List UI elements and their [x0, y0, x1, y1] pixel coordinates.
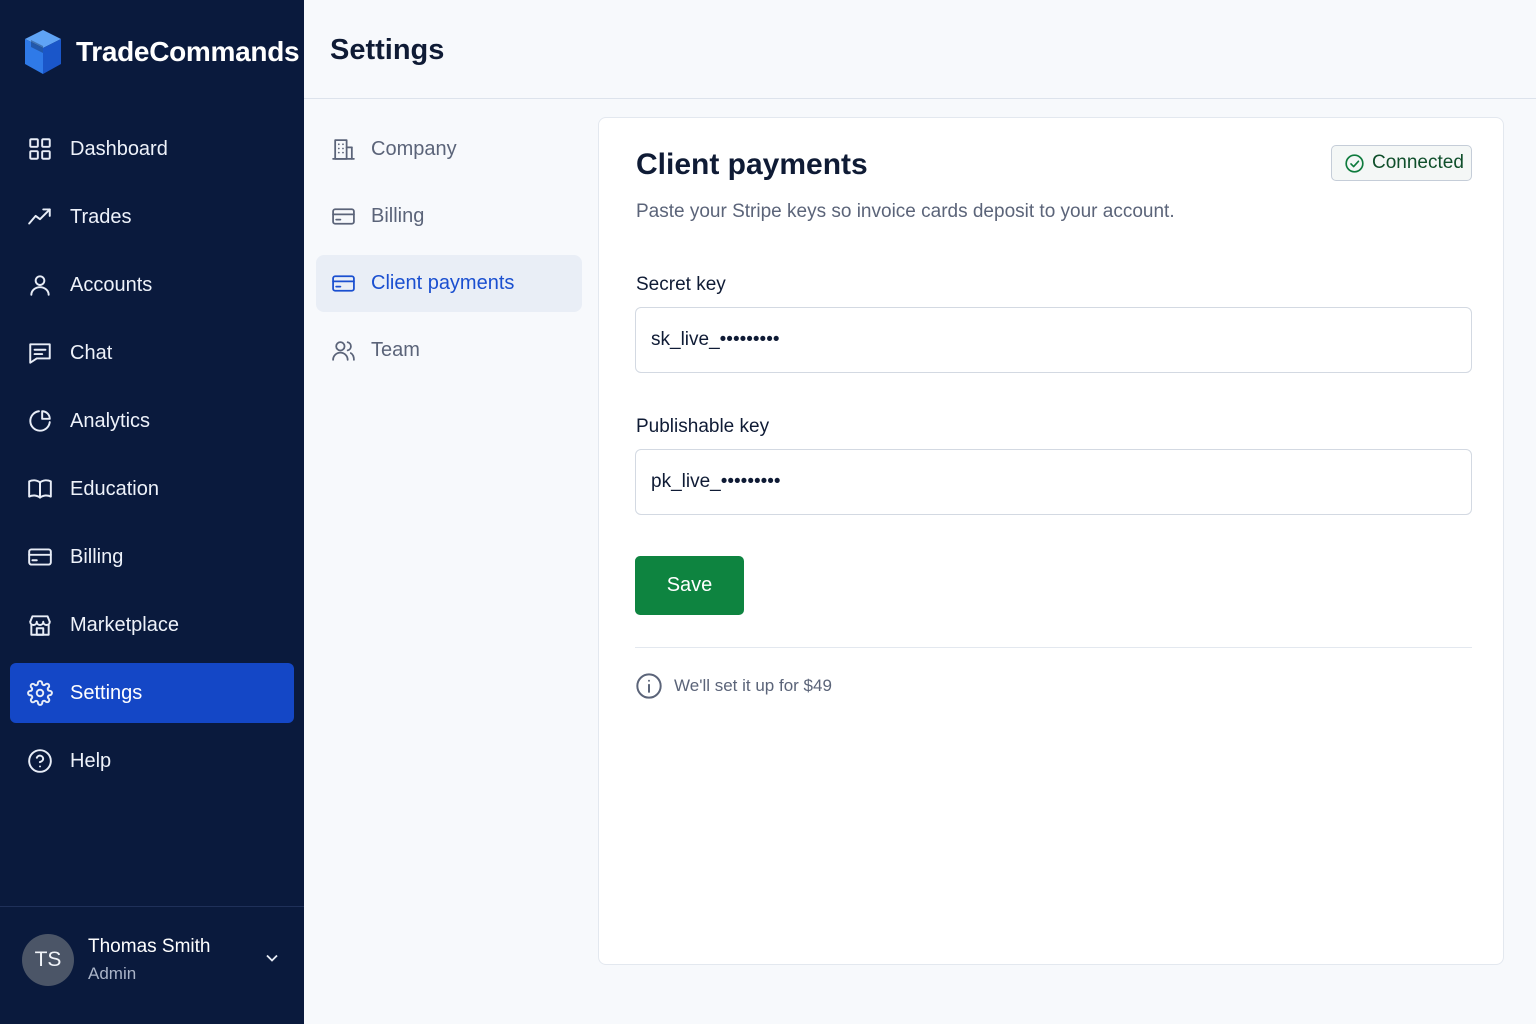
credit-card-icon [330, 271, 356, 297]
settings-nav-label: Team [371, 339, 420, 361]
dashboard-grid-icon [26, 135, 54, 163]
gear-icon [26, 679, 54, 707]
sidebar-item-marketplace[interactable]: Marketplace [10, 595, 294, 655]
status-badge-label: Connected [1372, 152, 1464, 173]
sidebar-item-label: Marketplace [70, 613, 179, 636]
book-icon [26, 475, 54, 503]
user-role: Admin [88, 964, 137, 983]
sidebar-divider [0, 906, 304, 907]
publishable-key-input[interactable]: pk_live_••••••••• [635, 449, 1472, 515]
avatar: TS [22, 934, 74, 986]
page-title: Settings [330, 34, 445, 66]
page-header: Settings [304, 0, 1536, 99]
card-divider [635, 647, 1472, 648]
card-title: Client payments [636, 148, 868, 181]
sidebar: TradeCommands Dashboard Trades Accounts … [0, 0, 304, 1024]
cube-logo-icon [25, 30, 61, 74]
card-subtitle: Paste your Stripe keys so invoice cards … [636, 201, 1175, 222]
secret-key-label: Secret key [636, 274, 726, 295]
sidebar-item-accounts[interactable]: Accounts [10, 255, 294, 315]
brand-name: TradeCommands [76, 36, 300, 67]
help-circle-icon [26, 747, 54, 775]
settings-nav-company[interactable]: Company [316, 121, 582, 178]
sidebar-item-billing[interactable]: Billing [10, 527, 294, 587]
settings-nav-label: Company [371, 138, 457, 160]
settings-nav: Company Billing Client payments Team [316, 121, 582, 389]
info-icon [635, 672, 663, 700]
sidebar-nav: Dashboard Trades Accounts Chat Analytics [10, 119, 294, 799]
sidebar-item-dashboard[interactable]: Dashboard [10, 119, 294, 179]
publishable-key-label: Publishable key [636, 416, 770, 437]
chat-icon [26, 339, 54, 367]
building-icon [330, 137, 356, 163]
sidebar-item-label: Dashboard [70, 137, 168, 160]
sidebar-item-help[interactable]: Help [10, 731, 294, 791]
user-menu[interactable]: TS Thomas Smith Admin [22, 930, 282, 990]
sidebar-item-trades[interactable]: Trades [10, 187, 294, 247]
sidebar-item-label: Education [70, 477, 159, 500]
client-payments-card: Client payments Connected Paste your Str… [598, 117, 1504, 965]
sidebar-item-label: Billing [70, 545, 124, 568]
sidebar-item-label: Help [70, 749, 112, 772]
pie-chart-icon [26, 407, 54, 435]
user-info: Thomas Smith Admin [88, 936, 262, 984]
settings-nav-label: Client payments [371, 272, 515, 294]
credit-card-icon [26, 543, 54, 571]
settings-nav-label: Billing [371, 205, 425, 227]
sidebar-item-label: Accounts [70, 273, 153, 296]
sidebar-item-analytics[interactable]: Analytics [10, 391, 294, 451]
trend-up-icon [26, 203, 54, 231]
sidebar-item-settings[interactable]: Settings [10, 663, 294, 723]
check-circle-icon [1344, 153, 1365, 174]
sidebar-item-label: Analytics [70, 409, 151, 432]
setup-note: We'll set it up for $49 [635, 672, 832, 700]
sidebar-item-label: Chat [70, 341, 113, 364]
settings-nav-team[interactable]: Team [316, 322, 582, 379]
save-button[interactable]: Save [635, 556, 744, 615]
chevron-down-icon[interactable] [262, 948, 282, 973]
user-icon [26, 271, 54, 299]
setup-note-text: We'll set it up for $49 [674, 676, 832, 695]
sidebar-item-label: Settings [70, 681, 143, 704]
brand[interactable]: TradeCommands [22, 26, 300, 78]
credit-card-icon [330, 204, 356, 230]
status-badge: Connected [1331, 145, 1472, 181]
secret-key-input[interactable]: sk_live_••••••••• [635, 307, 1472, 373]
users-icon [330, 338, 356, 364]
sidebar-item-education[interactable]: Education [10, 459, 294, 519]
user-name: Thomas Smith [88, 936, 211, 957]
sidebar-item-label: Trades [70, 205, 132, 228]
sidebar-item-chat[interactable]: Chat [10, 323, 294, 383]
settings-nav-client-payments[interactable]: Client payments [316, 255, 582, 312]
store-icon [26, 611, 54, 639]
settings-nav-billing[interactable]: Billing [316, 188, 582, 245]
